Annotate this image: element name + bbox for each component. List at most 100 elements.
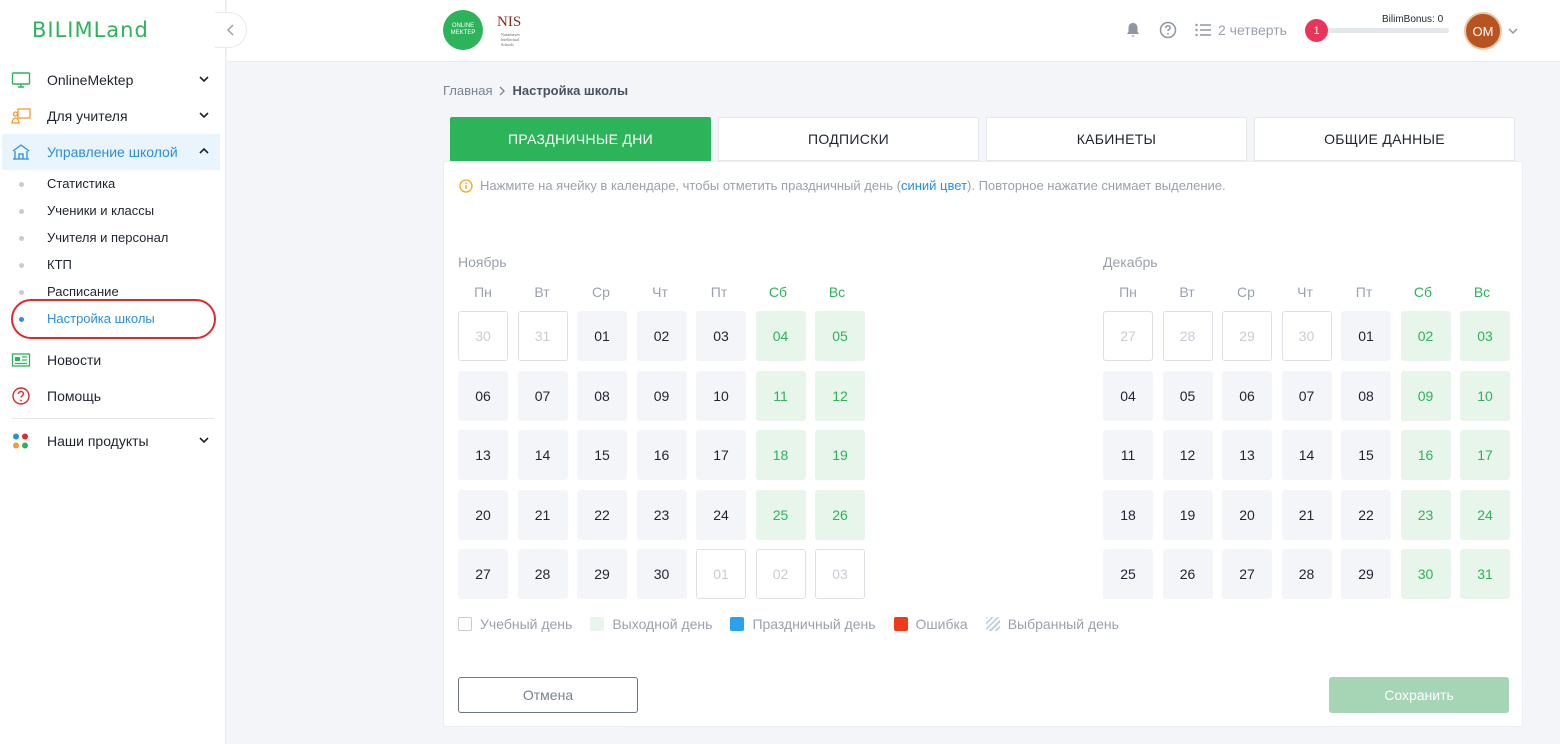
calendar-day-cell[interactable]: 10 <box>696 370 746 421</box>
calendar-day-cell[interactable]: 12 <box>815 370 865 421</box>
calendar-day-cell[interactable]: 20 <box>458 489 508 540</box>
calendar-day-cell[interactable]: 09 <box>636 370 687 421</box>
cancel-button[interactable]: Отмена <box>458 677 638 713</box>
calendar-day-cell[interactable]: 25 <box>1103 549 1153 599</box>
calendar-day-cell[interactable]: 03 <box>815 549 865 599</box>
calendar-day-cell[interactable]: 23 <box>636 489 687 540</box>
calendar-day-cell[interactable]: 27 <box>1222 549 1272 599</box>
calendar-day-cell[interactable]: 02 <box>636 311 687 361</box>
calendar-day-cell[interactable]: 08 <box>577 370 627 421</box>
sidebar-subitem-school-settings[interactable]: Настройка школы <box>0 299 226 339</box>
calendar-day-cell[interactable]: 26 <box>1162 549 1213 599</box>
calendar-day-cell[interactable]: 17 <box>696 430 746 480</box>
calendar-day-cell[interactable]: 29 <box>1341 549 1391 599</box>
calendar-day-cell[interactable]: 13 <box>1222 430 1272 480</box>
calendar-day-cell[interactable]: 03 <box>1460 311 1510 361</box>
tab-holidays[interactable]: ПРАЗДНИЧНЫЕ ДНИ <box>450 117 711 161</box>
calendar-day-cell[interactable]: 20 <box>1222 489 1272 540</box>
calendar-day-cell[interactable]: 30 <box>1281 311 1332 361</box>
bell-icon[interactable] <box>1124 21 1142 39</box>
bilimland-logo[interactable]: BILIMLand <box>32 18 149 42</box>
save-button[interactable]: Сохранить <box>1329 677 1509 713</box>
calendar-day-cell[interactable]: 18 <box>1103 489 1153 540</box>
calendar-day-cell[interactable]: 31 <box>517 311 568 361</box>
sidebar-item-news[interactable]: Новости <box>0 342 226 378</box>
calendar-day-cell[interactable]: 14 <box>1281 430 1332 480</box>
quarter-selector[interactable]: 2 четверть <box>1218 22 1287 38</box>
calendar-day-cell[interactable]: 11 <box>1103 430 1153 480</box>
chevron-down-icon[interactable] <box>1507 25 1519 37</box>
calendar-day-cell[interactable]: 16 <box>636 430 687 480</box>
calendar-day-cell[interactable]: 19 <box>815 430 865 480</box>
sidebar-item-onlinemektep[interactable]: OnlineMektep <box>0 62 226 98</box>
calendar-day-cell[interactable]: 28 <box>517 549 568 599</box>
calendar-day-cell[interactable]: 31 <box>1460 549 1510 599</box>
calendar-day-cell[interactable]: 03 <box>696 311 746 361</box>
sidebar-subitem-ktp[interactable]: КТП <box>0 251 226 278</box>
month-name: Ноябрь <box>458 254 507 270</box>
calendar-day-cell[interactable]: 16 <box>1400 430 1451 480</box>
sidebar-item-school-management[interactable]: Управление школой <box>2 134 220 170</box>
calendar-day-cell[interactable]: 11 <box>755 370 806 421</box>
calendar-day-cell[interactable]: 01 <box>696 549 746 599</box>
sidebar-subitem-students-classes[interactable]: Ученики и классы <box>0 197 226 224</box>
calendar-day-cell[interactable]: 05 <box>815 311 865 361</box>
calendar-day-cell[interactable]: 24 <box>1460 489 1510 540</box>
sidebar-item-our-products[interactable]: Наши продукты <box>0 423 226 459</box>
calendar-day-cell[interactable]: 01 <box>1341 311 1391 361</box>
calendar-day-cell[interactable]: 15 <box>577 430 627 480</box>
tab-general-data[interactable]: ОБЩИЕ ДАННЫЕ <box>1254 117 1515 161</box>
calendar-day-cell[interactable]: 15 <box>1341 430 1391 480</box>
weekday-label: Вс <box>828 284 846 300</box>
calendar-day-cell[interactable]: 12 <box>1162 430 1213 480</box>
breadcrumb-home[interactable]: Главная <box>443 83 492 98</box>
avatar[interactable]: OM <box>1464 12 1502 50</box>
calendar-day-cell[interactable]: 01 <box>577 311 627 361</box>
calendar-day-cell[interactable]: 30 <box>636 549 687 599</box>
calendar-day-cell[interactable]: 27 <box>458 549 508 599</box>
tab-subscriptions[interactable]: ПОДПИСКИ <box>718 117 979 161</box>
calendar-day-cell[interactable]: 04 <box>1103 370 1153 421</box>
calendar-day-cell[interactable]: 10 <box>1460 370 1510 421</box>
calendar-day-cell[interactable]: 17 <box>1460 430 1510 480</box>
calendar-day-cell[interactable]: 02 <box>1400 311 1451 361</box>
calendar-day-cell[interactable]: 19 <box>1162 489 1213 540</box>
calendar-day-cell[interactable]: 28 <box>1281 549 1332 599</box>
calendar-day-cell[interactable]: 30 <box>458 311 508 361</box>
calendar-day-cell[interactable]: 07 <box>517 370 568 421</box>
calendar-day-cell[interactable]: 22 <box>577 489 627 540</box>
calendar-day-cell[interactable]: 26 <box>815 489 865 540</box>
bilimbonus-progress-bar <box>1327 28 1449 33</box>
sidebar-subitem-teachers-staff[interactable]: Учителя и персонал <box>0 224 226 251</box>
calendar-day-cell[interactable]: 23 <box>1400 489 1451 540</box>
tab-cabinets[interactable]: КАБИНЕТЫ <box>986 117 1247 161</box>
calendar-day-cell[interactable]: 04 <box>755 311 806 361</box>
calendar-day-cell[interactable]: 13 <box>458 430 508 480</box>
calendar-day-cell[interactable]: 05 <box>1162 370 1213 421</box>
sidebar-subitem-statistics[interactable]: Статистика <box>0 170 226 197</box>
calendar-day-cell[interactable]: 09 <box>1400 370 1451 421</box>
calendar-day-cell[interactable]: 22 <box>1341 489 1391 540</box>
onlinemektep-logo[interactable]: ONLINE MEKTEP <box>443 10 483 50</box>
calendar-day-cell[interactable]: 02 <box>755 549 806 599</box>
calendar-day-cell[interactable]: 08 <box>1341 370 1391 421</box>
sidebar-item-for-teacher[interactable]: Для учителя <box>0 98 226 134</box>
calendar-day-cell[interactable]: 21 <box>1281 489 1332 540</box>
calendar-day-cell[interactable]: 25 <box>755 489 806 540</box>
notification-badge[interactable]: 1 <box>1305 19 1328 42</box>
sidebar-item-help[interactable]: Помощь <box>0 378 226 414</box>
calendar-day-cell[interactable]: 28 <box>1162 311 1213 361</box>
calendar-day-cell[interactable]: 21 <box>517 489 568 540</box>
calendar-day-cell[interactable]: 14 <box>517 430 568 480</box>
legend-swatch <box>730 617 745 631</box>
calendar-day-cell[interactable]: 24 <box>696 489 746 540</box>
calendar-day-cell[interactable]: 30 <box>1400 549 1451 599</box>
calendar-day-cell[interactable]: 06 <box>458 370 508 421</box>
calendar-day-cell[interactable]: 27 <box>1103 311 1153 361</box>
calendar-day-cell[interactable]: 29 <box>577 549 627 599</box>
calendar-day-cell[interactable]: 29 <box>1222 311 1272 361</box>
help-circle-icon[interactable] <box>1159 21 1177 39</box>
calendar-day-cell[interactable]: 18 <box>755 430 806 480</box>
calendar-day-cell[interactable]: 06 <box>1222 370 1272 421</box>
calendar-day-cell[interactable]: 07 <box>1281 370 1332 421</box>
